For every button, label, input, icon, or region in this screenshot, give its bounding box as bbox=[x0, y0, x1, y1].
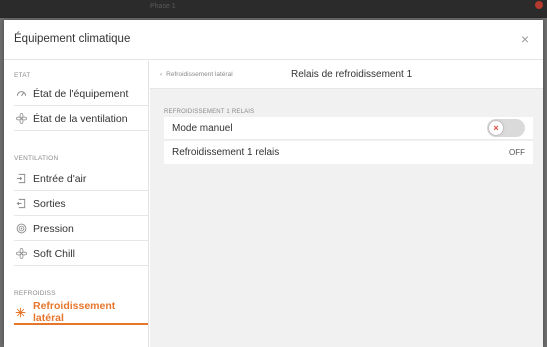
sidebar-item-refroidissement-lateral[interactable]: Refroidissement latéral bbox=[14, 300, 148, 325]
close-button[interactable]: × bbox=[517, 31, 533, 47]
status-value: OFF bbox=[509, 148, 525, 157]
group-label: REFROIDISSEMENT 1 RELAIS bbox=[164, 109, 255, 115]
sidebar-item-label: Refroidissement latéral bbox=[32, 300, 116, 324]
sidebar-section-ventilation: VENTILATION bbox=[14, 155, 59, 162]
cooling-icon bbox=[14, 305, 28, 319]
page-title: Relais de refroidissement 1 bbox=[291, 69, 413, 80]
modal-header: Équipement climatique × bbox=[4, 20, 543, 60]
back-link-label: Refroidissement latéral bbox=[166, 71, 233, 78]
sidebar-item-label: Pression bbox=[33, 222, 74, 235]
background-window-bar: Phase 1 bbox=[0, 0, 547, 18]
sidebar-item-label: Soft Chill bbox=[33, 247, 76, 260]
sidebar-item-etat-equipement[interactable]: État de l'équipement bbox=[14, 82, 148, 106]
sidebar-item-pression[interactable]: Pression bbox=[14, 217, 148, 241]
chevron-left-icon: ‹ bbox=[160, 71, 163, 78]
setting-label: Refroidissement 1 relais bbox=[172, 147, 280, 158]
sidebar-item-label: Sorties bbox=[33, 197, 66, 210]
gauge-icon bbox=[14, 87, 28, 101]
sidebar-item-label: Entrée d'air bbox=[33, 172, 87, 185]
exit-icon bbox=[14, 197, 28, 211]
climate-equipment-modal: Équipement climatique × ETAT État de l'é… bbox=[4, 20, 543, 347]
main-content: ‹ Refroidissement latéral Relais de refro… bbox=[150, 61, 543, 347]
background-window-title: Phase 1 bbox=[150, 3, 176, 10]
air-inlet-icon bbox=[14, 172, 28, 186]
sidebar-item-entree-air[interactable]: Entrée d'air bbox=[14, 167, 148, 191]
back-link[interactable]: ‹ Refroidissement latéral bbox=[160, 71, 233, 78]
modal-title: Équipement climatique bbox=[14, 33, 131, 45]
mode-manuel-toggle[interactable]: × bbox=[487, 119, 525, 137]
sidebar-item-soft-chill[interactable]: Soft Chill bbox=[14, 242, 148, 266]
sidebar-item-etat-ventilation[interactable]: État de la ventilation bbox=[14, 107, 148, 131]
pressure-icon bbox=[14, 222, 28, 236]
sidebar-section-etat: ETAT bbox=[14, 72, 31, 79]
setting-row-mode-manuel: Mode manuel × bbox=[164, 117, 533, 140]
notification-dot bbox=[535, 1, 543, 9]
sidebar-section-refroidissement: REFROIDISS bbox=[14, 290, 56, 297]
sidebar: ETAT État de l'équipement État de la ven… bbox=[4, 61, 149, 347]
toggle-off-icon: × bbox=[489, 121, 503, 135]
breadcrumb: ‹ Refroidissement latéral Relais de refro… bbox=[150, 61, 543, 89]
sidebar-item-label: État de l'équipement bbox=[33, 87, 129, 100]
fan-icon bbox=[14, 112, 28, 126]
sidebar-item-sorties[interactable]: Sorties bbox=[14, 192, 148, 216]
setting-row-refroidissement-relais: Refroidissement 1 relais OFF bbox=[164, 141, 533, 164]
setting-label: Mode manuel bbox=[172, 122, 233, 134]
fan-icon bbox=[14, 247, 28, 261]
sidebar-item-label: État de la ventilation bbox=[33, 112, 128, 125]
